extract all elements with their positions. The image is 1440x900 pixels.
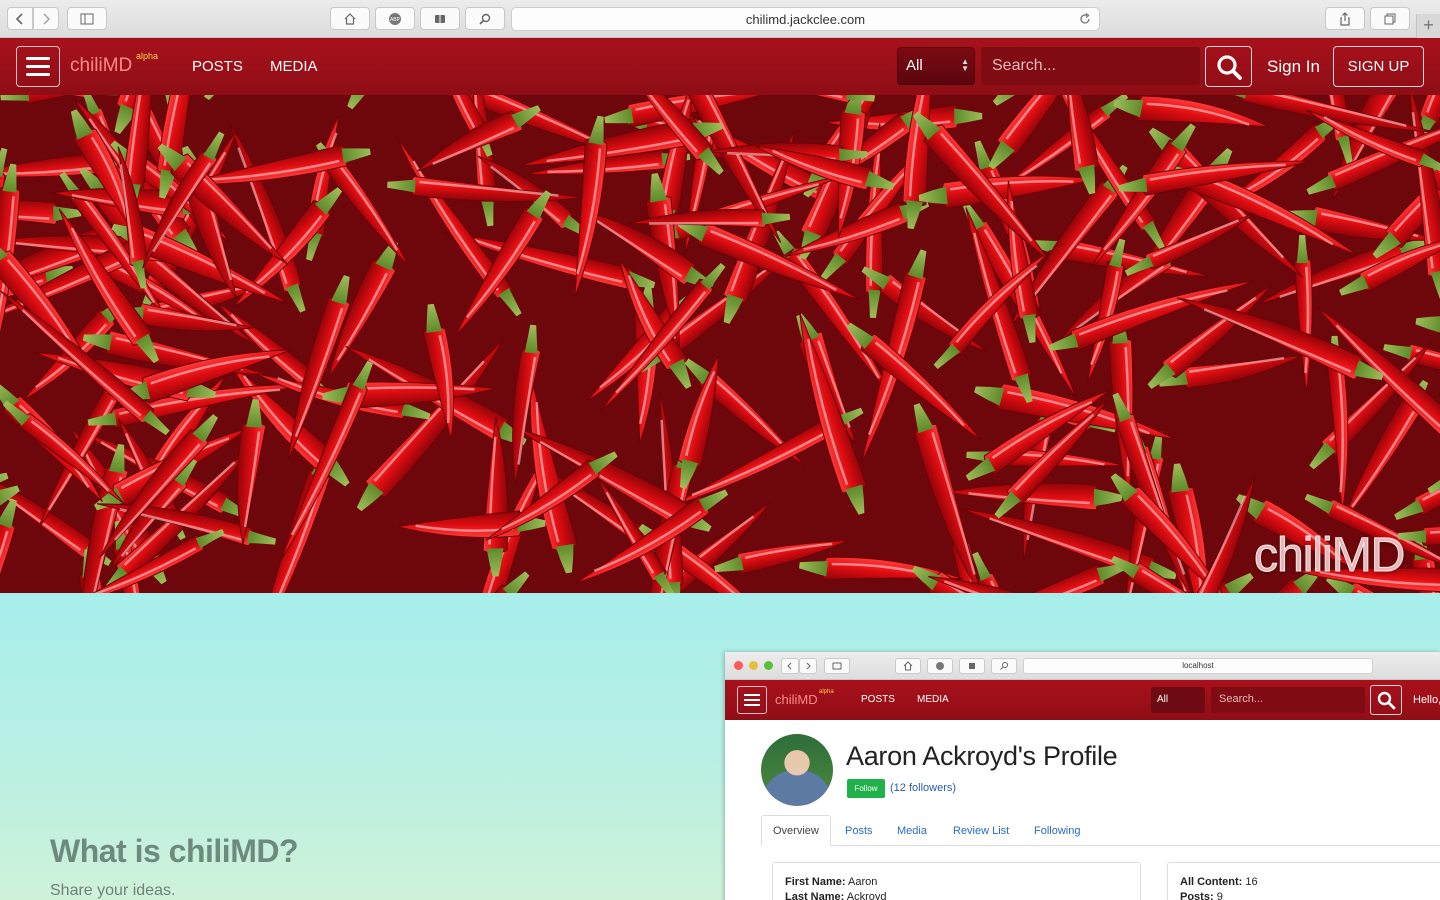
home-button[interactable] <box>330 7 370 30</box>
share-icon <box>1340 11 1350 26</box>
profile-tabs: Overview Posts Media Review List Followi… <box>761 815 1440 846</box>
brand-alpha-badge: alpha <box>136 51 159 61</box>
screenshot-brand: chiliMD alpha <box>775 689 834 707</box>
screenshot-brand-name: chiliMD <box>775 692 818 707</box>
profile-avatar <box>761 734 833 806</box>
screenshot-back-button <box>781 658 799 674</box>
search-filter-select[interactable]: All ▲ ▼ <box>897 47 975 85</box>
search-button[interactable] <box>1205 46 1252 87</box>
profile-screenshot: localhost chiliMD alpha POSTS MEDIA All … <box>725 652 1440 900</box>
address-text: chilimd.jackclee.com <box>745 11 866 27</box>
screenshot-sidebar-button <box>824 658 850 674</box>
screenshot-address-bar: localhost <box>1023 658 1373 674</box>
screenshot-home-button <box>895 658 921 674</box>
sidebar-icon <box>80 13 94 24</box>
screenshot-reader-button <box>959 658 985 674</box>
tab-posts: Posts <box>845 825 873 837</box>
sidebar-icon <box>832 662 842 670</box>
last-name-row: Last Name: Ackroyd <box>785 891 887 900</box>
sign-in-link[interactable]: Sign In <box>1267 57 1320 77</box>
find-button[interactable] <box>465 7 505 30</box>
select-arrows-icon: ▲ ▼ <box>961 57 969 73</box>
profile-info-card: First Name: Aaron Last Name: Ackroyd <box>772 862 1141 900</box>
nav-media-link[interactable]: MEDIA <box>270 58 318 75</box>
search-icon <box>479 13 491 25</box>
screenshot-search-input: Search... <box>1211 687 1365 713</box>
sidebar-button[interactable] <box>67 7 107 30</box>
zoom-dot-icon <box>764 661 773 670</box>
posts-count-row: Posts: 9 <box>1180 891 1223 900</box>
hero-banner: chiliMD <box>0 95 1440 593</box>
forward-button[interactable] <box>33 7 59 30</box>
screenshot-greeting: Hello, <box>1413 694 1440 706</box>
first-name-row: First Name: Aaron <box>785 876 878 888</box>
tab-overview: Overview <box>761 815 831 846</box>
close-dot-icon <box>734 661 743 670</box>
search-icon <box>1377 691 1396 710</box>
sign-up-button[interactable]: SIGN UP <box>1333 46 1424 87</box>
reader-icon <box>969 663 975 669</box>
adblock-icon: ABP <box>389 12 401 25</box>
follow-button: Follow <box>847 779 885 798</box>
search-icon <box>1000 662 1008 670</box>
tab-media: Media <box>897 825 927 837</box>
followers-count: (12 followers) <box>890 782 957 794</box>
share-button[interactable] <box>1325 7 1365 30</box>
screenshot-menu-button <box>737 686 767 714</box>
search-input[interactable] <box>981 47 1200 85</box>
site-navbar: chiliMD alpha POSTS MEDIA All ▲▼ Sign In… <box>0 38 1440 95</box>
screenshot-find-button <box>991 658 1017 674</box>
screenshot-search-button <box>1370 685 1402 715</box>
new-tab-button[interactable]: + <box>1416 14 1440 38</box>
search-icon <box>1216 54 1242 80</box>
browser-toolbar: ABP chilimd.jackclee.com + <box>0 0 1440 38</box>
brand-name: chiliMD <box>70 55 133 76</box>
tab-following: Following <box>1034 825 1081 837</box>
search-filter-value: All <box>906 57 923 74</box>
home-icon <box>344 12 356 25</box>
brand-logo[interactable]: chiliMD alpha <box>70 51 158 77</box>
back-button[interactable] <box>7 7 33 30</box>
intro-heading: What is chiliMD? <box>50 833 299 869</box>
nav-posts-link[interactable]: POSTS <box>192 58 243 75</box>
hero-watermark: chiliMD <box>1253 529 1405 583</box>
chili-peppers-image <box>0 95 1440 593</box>
svg-text:ABP: ABP <box>390 17 401 23</box>
menu-button[interactable] <box>16 46 60 87</box>
all-content-row: All Content: 16 <box>1180 876 1258 888</box>
minimize-dot-icon <box>749 661 758 670</box>
home-icon <box>903 661 913 671</box>
profile-title: Aaron Ackroyd's Profile <box>846 741 1118 771</box>
menu-icon <box>26 57 50 60</box>
screenshot-filter-select: All <box>1151 687 1205 713</box>
chevron-right-icon <box>43 12 51 25</box>
chevron-right-icon <box>806 662 811 670</box>
screenshot-browser-bar: localhost <box>725 652 1440 680</box>
adblock-icon <box>936 662 944 670</box>
screenshot-nav-media: MEDIA <box>917 694 949 705</box>
tabs-button[interactable] <box>1370 7 1410 30</box>
tab-review-list: Review List <box>953 825 1010 837</box>
reload-icon[interactable] <box>1077 11 1093 27</box>
chevron-left-icon <box>787 662 792 670</box>
intro-subheading: Share your ideas. <box>50 882 176 899</box>
screenshot-navbar: chiliMD alpha POSTS MEDIA All Search... … <box>725 680 1440 720</box>
intro-section: What is chiliMD? Share your ideas. local… <box>0 593 1440 900</box>
screenshot-brand-alpha: alpha <box>819 689 834 695</box>
screenshot-adblock-button <box>927 658 953 674</box>
reader-button[interactable] <box>420 7 460 30</box>
tabs-icon <box>1384 13 1396 24</box>
address-bar[interactable]: chilimd.jackclee.com <box>511 7 1100 31</box>
profile-stats-card: All Content: 16 Posts: 9 <box>1167 862 1440 900</box>
chevron-left-icon <box>15 12 23 25</box>
screenshot-nav-posts: POSTS <box>861 694 895 705</box>
screenshot-forward-button <box>799 658 817 674</box>
reader-icon <box>435 14 445 23</box>
adblock-button[interactable]: ABP <box>375 7 415 30</box>
menu-icon <box>744 694 760 696</box>
